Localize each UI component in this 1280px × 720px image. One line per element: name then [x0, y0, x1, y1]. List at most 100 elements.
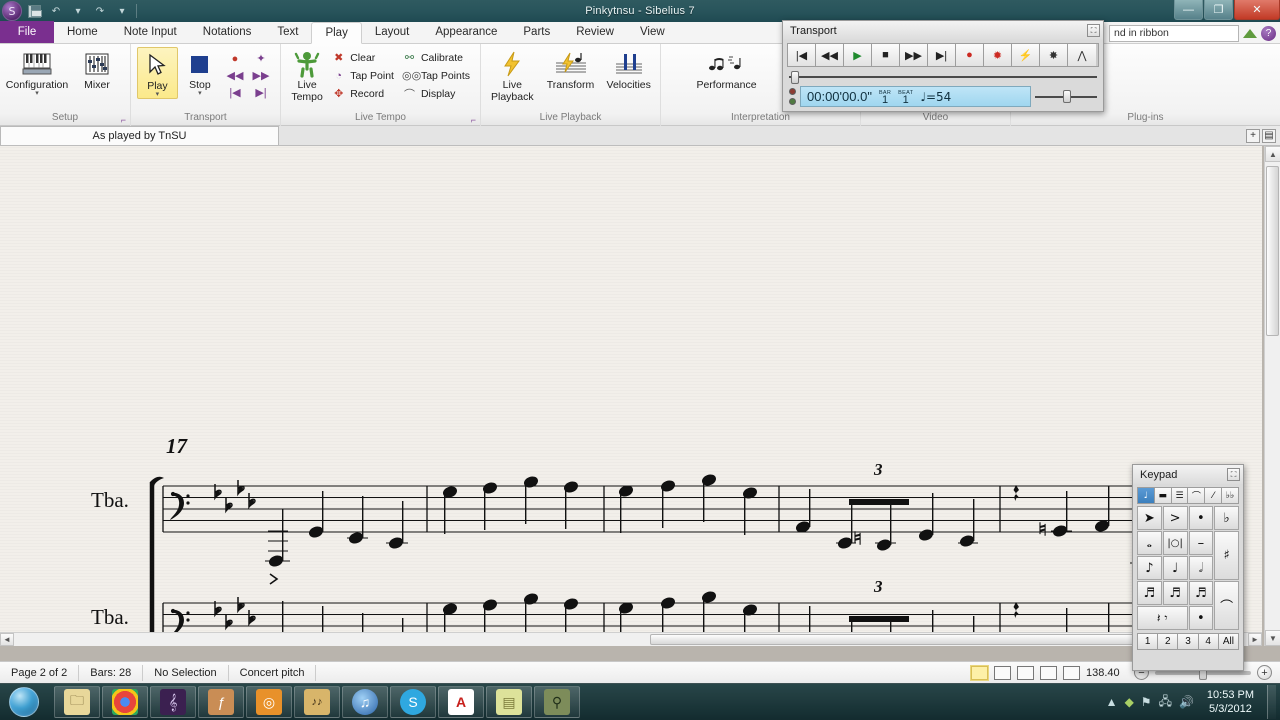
show-desktop-button[interactable] [1267, 685, 1276, 719]
keypad-accent-key[interactable]: > [1162, 506, 1188, 530]
redo-dropdown-icon[interactable]: ▾ [112, 2, 132, 20]
horizontal-scrollbar[interactable]: ◄ ► [0, 632, 1262, 646]
transport-position-knob[interactable] [791, 71, 799, 84]
full-screen-view-icon[interactable] [1063, 665, 1080, 680]
keypad-sharp-key[interactable]: ♯ [1214, 531, 1239, 580]
taskbar-item-audio-tool[interactable]: ⚲ [534, 686, 580, 718]
sibelius-logo-icon[interactable]: S [2, 1, 22, 21]
keypad-panel[interactable]: Keypad ⛶ ♩ ▬ ☰ ⌒ ⁄ ♭♭ ➤ > • ♭ 𝅝 |○| – ♯ … [1132, 464, 1244, 671]
taskbar-item-media-player[interactable]: ♫ [342, 686, 388, 718]
transport-flexi-time-button[interactable]: ✹ [984, 44, 1012, 66]
keypad-flat-key[interactable]: ♭ [1214, 506, 1239, 530]
status-concert-pitch[interactable]: Concert pitch [229, 664, 317, 681]
zoom-in-button[interactable]: + [1257, 665, 1272, 680]
live-playback-button[interactable]: Live Playback [487, 47, 538, 103]
record-live-tempo-button[interactable]: ✥ Record [329, 85, 398, 102]
single-page-view-icon[interactable] [971, 665, 988, 680]
keypad-dot-key[interactable]: • [1188, 606, 1214, 630]
transport-volume-knob[interactable] [1063, 89, 1071, 103]
transport-beat-field[interactable]: BEAT 1 [898, 90, 913, 106]
velocities-button[interactable]: Velocities [603, 47, 654, 91]
horizontal-scroll-thumb[interactable] [650, 634, 1210, 645]
vertical-scrollbar[interactable]: ▲ ▼ [1264, 146, 1280, 646]
keypad-voice-all-button[interactable]: All [1218, 634, 1239, 649]
document-tab-as-played-by-tnsu[interactable]: As played by TnSU [0, 126, 279, 145]
score-canvas[interactable]: 17 3 3 Tba. Tba. ◄ ► [0, 146, 1280, 661]
performance-button[interactable]: Performance [689, 47, 765, 91]
transport-play-button[interactable]: ▶ [844, 44, 872, 66]
transport-stop-button[interactable]: ■ [872, 44, 900, 66]
configuration-button[interactable]: Configuration ▾ [6, 47, 68, 97]
transport-panel-close-icon[interactable]: ⛶ [1087, 24, 1100, 37]
help-icon[interactable]: ? [1261, 26, 1276, 41]
collapse-ribbon-icon[interactable] [1243, 29, 1257, 38]
keypad-voice-cursor-key[interactable]: ➤ [1137, 506, 1162, 530]
keypad-eighth-note-key[interactable]: ♪ [1137, 556, 1162, 580]
redo-button[interactable]: ↷ [90, 2, 110, 20]
go-to-start-icon[interactable]: |◀ [229, 86, 240, 99]
taskbar-item-sticky-notes[interactable]: ▤ [486, 686, 532, 718]
keypad-tab-beams-tremolos[interactable]: ☰ [1171, 488, 1189, 503]
keypad-tab-jazz-articulations[interactable]: ⁄ [1205, 488, 1223, 503]
keypad-tenuto-key[interactable]: – [1188, 531, 1214, 555]
keypad-thirtysecond-note-key[interactable]: ♬ [1162, 581, 1188, 605]
taskbar-item-explorer[interactable]: 🗀 [54, 686, 100, 718]
vertical-scroll-thumb[interactable] [1266, 166, 1279, 336]
scroll-right-icon[interactable]: ► [1248, 633, 1262, 646]
transport-go-to-end-button[interactable]: ▶| [928, 44, 956, 66]
keypad-tab-accidentals[interactable]: ♭♭ [1222, 488, 1238, 503]
tab-appearance[interactable]: Appearance [422, 21, 510, 43]
tray-action-center-icon[interactable]: ⚑ [1141, 695, 1152, 709]
transport-go-to-start-button[interactable]: |◀ [788, 44, 816, 66]
taskbar-clock[interactable]: 10:53 PM 5/3/2012 [1201, 688, 1260, 716]
keypad-whole-note-key[interactable]: 𝅝 [1137, 531, 1162, 555]
tray-expand-icon[interactable]: ▲ [1106, 695, 1118, 709]
taskbar-item-musescore[interactable]: ♪♪ [294, 686, 340, 718]
keypad-half-note-key[interactable]: 𝅗𝅥 [1188, 556, 1214, 580]
configuration-dropdown-icon[interactable]: ▾ [35, 90, 39, 97]
keypad-staccato-key[interactable]: • [1188, 506, 1214, 530]
transport-live-tempo-button[interactable]: ⚡ [1012, 44, 1040, 66]
display-button[interactable]: ⌒ Display [400, 85, 474, 102]
tab-list-button[interactable]: ▤ [1262, 128, 1276, 143]
taskbar-item-sibelius[interactable]: 𝄞 [150, 686, 196, 718]
transport-fast-forward-button[interactable]: ▶▶ [900, 44, 928, 66]
close-button[interactable]: ✕ [1234, 0, 1280, 20]
transport-rewind-button[interactable]: ◀◀ [816, 44, 844, 66]
keypad-sixteenth-note-key[interactable]: ♬ [1137, 581, 1162, 605]
keypad-breve-key[interactable]: |○| [1162, 531, 1188, 555]
keypad-tie-key[interactable]: ⌒ [1214, 581, 1239, 630]
transport-move-playback-line-button[interactable]: ⋀ [1068, 44, 1096, 66]
keypad-voice-1-button[interactable]: 1 [1138, 634, 1159, 649]
tab-notations[interactable]: Notations [190, 21, 265, 43]
tab-review[interactable]: Review [563, 21, 627, 43]
keypad-rest-key[interactable]: 𝄽 𝄾 [1137, 606, 1188, 630]
mixer-button[interactable]: Mixer [70, 47, 124, 91]
keypad-panel-close-icon[interactable]: ⛶ [1227, 468, 1240, 481]
transport-panel[interactable]: Transport ⛶ |◀ ◀◀ ▶ ■ ▶▶ ▶| ● ✹ ⚡ ✸ ⋀ 00… [782, 20, 1104, 112]
scroll-left-icon[interactable]: ◄ [0, 633, 14, 646]
minimize-button[interactable]: — [1174, 0, 1203, 20]
taskbar-item-adobe-reader[interactable]: A [438, 686, 484, 718]
panorama-view-icon[interactable] [1040, 665, 1057, 680]
spreads-vertical-view-icon[interactable] [1017, 665, 1034, 680]
keypad-sixtyfourth-note-key[interactable]: ♬ [1188, 581, 1214, 605]
stop-button[interactable]: Stop ▾ [180, 47, 220, 97]
keypad-panel-titlebar[interactable]: Keypad ⛶ [1133, 465, 1243, 484]
rewind-icon[interactable]: ◀◀ [227, 69, 244, 82]
tap-points-button[interactable]: ◎◎ Tap Points [400, 67, 474, 84]
taskbar-item-google-chrome[interactable] [102, 686, 148, 718]
tab-file[interactable]: File [0, 21, 54, 43]
tray-volume-icon[interactable]: 🔊 [1179, 695, 1194, 709]
taskbar-item-skype[interactable]: S [390, 686, 436, 718]
new-tab-button[interactable]: + [1246, 128, 1260, 143]
start-button[interactable] [0, 685, 48, 719]
tray-network-icon[interactable]: 🖧 [1159, 692, 1172, 713]
transport-position-slider[interactable] [789, 71, 1097, 84]
keypad-quarter-note-key[interactable]: ♩ [1162, 556, 1188, 580]
fast-forward-icon[interactable]: ▶▶ [253, 69, 270, 82]
keypad-voice-2-button[interactable]: 2 [1158, 634, 1179, 649]
transform-button[interactable]: Transform [544, 47, 598, 91]
transport-panel-titlebar[interactable]: Transport ⛶ [783, 21, 1103, 40]
scroll-up-icon[interactable]: ▲ [1265, 146, 1280, 162]
